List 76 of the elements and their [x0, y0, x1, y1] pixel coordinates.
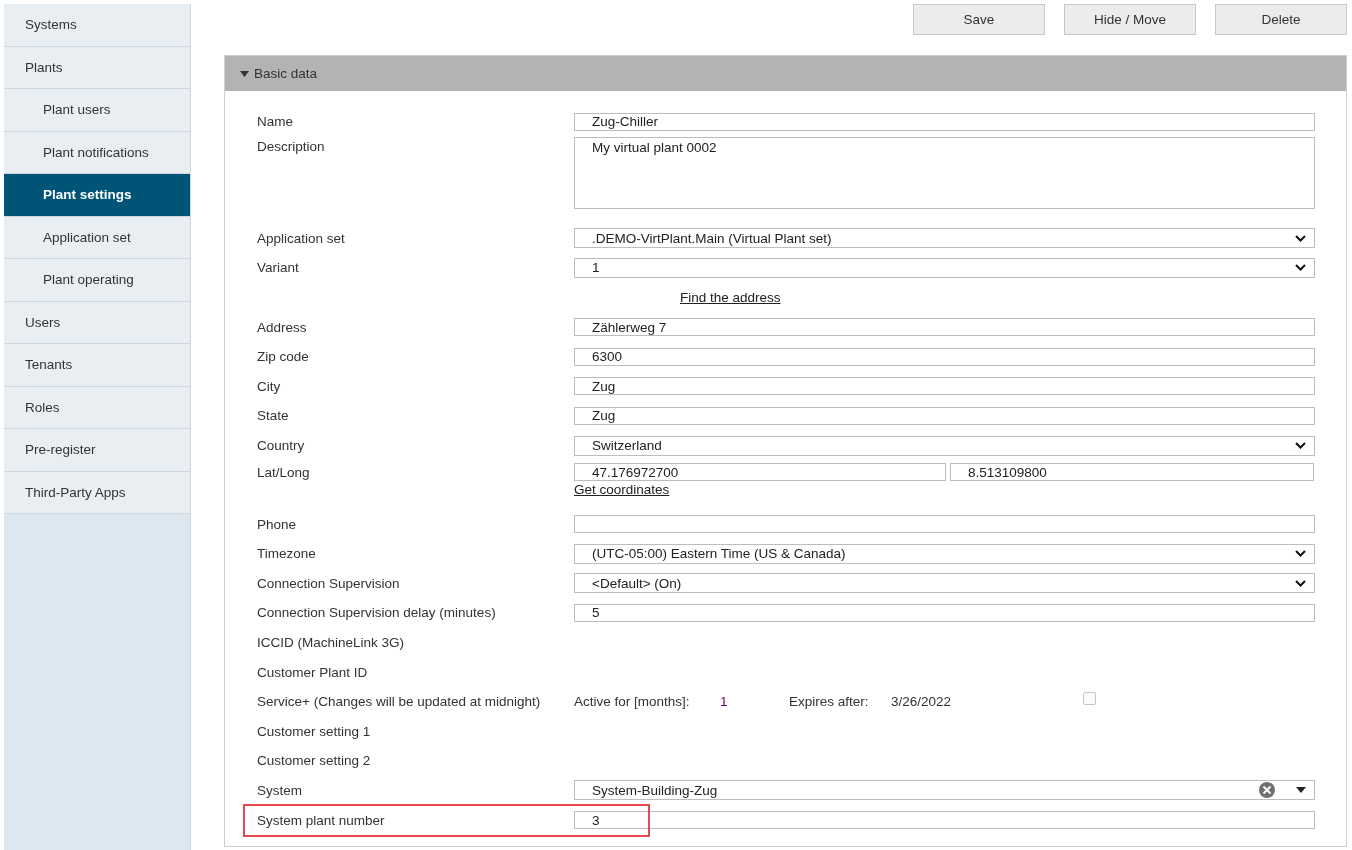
- expires-label: Expires after:: [789, 694, 870, 710]
- field-label: Customer setting 1: [257, 723, 371, 739]
- text-field[interactable]: Zug: [574, 377, 1315, 396]
- field-label: System plant number: [257, 812, 385, 828]
- field-label: System: [257, 783, 302, 798]
- sidebar-item[interactable]: Plant operating: [4, 259, 190, 302]
- dropdown[interactable]: .DEMO-VirtPlant.Main (Virtual Plant set): [574, 228, 1315, 249]
- checkbox[interactable]: [1083, 692, 1096, 706]
- sidebar-item[interactable]: Roles: [4, 386, 190, 429]
- field-label: Zip code: [257, 349, 309, 365]
- field-label: Description: [257, 138, 325, 154]
- field-label: City: [257, 378, 281, 394]
- sidebar-item[interactable]: Users: [4, 301, 190, 344]
- field-label: Connection Supervision delay (minutes): [257, 605, 496, 621]
- longitude-field[interactable]: 8.513109800: [950, 463, 1314, 482]
- dropdown[interactable]: <Default> (On): [574, 573, 1315, 594]
- field-label: Variant: [257, 260, 299, 276]
- field-label: Connection Supervision: [257, 575, 400, 591]
- find-address-link[interactable]: Find the address: [680, 290, 781, 306]
- text-field[interactable]: Zählerweg 7: [574, 318, 1315, 337]
- dropdown[interactable]: 1: [574, 258, 1315, 278]
- sidebar-item[interactable]: Systems: [4, 4, 190, 47]
- field-label: Lat/Long: [257, 465, 310, 481]
- toolbar-button[interactable]: Save: [913, 4, 1045, 35]
- dropdown[interactable]: (UTC-05:00) Eastern Time (US & Canada): [574, 543, 1315, 564]
- chevron-down-icon: [1295, 550, 1306, 558]
- sidebar-item[interactable]: Plant notifications: [4, 131, 190, 174]
- field-label: Customer Plant ID: [257, 664, 368, 680]
- field-label: Customer setting 2: [257, 753, 371, 769]
- text-field[interactable]: [574, 515, 1315, 534]
- toolbar-button[interactable]: Hide / Move: [1064, 4, 1196, 35]
- sidebar-item[interactable]: Application set: [4, 216, 190, 259]
- sidebar-item[interactable]: Tenants: [4, 344, 190, 387]
- sidebar-item[interactable]: Pre-register: [4, 429, 190, 472]
- text-field[interactable]: 3: [574, 811, 1315, 830]
- dropdown-value: .DEMO-VirtPlant.Main (Virtual Plant set): [592, 230, 832, 246]
- active-months-value: 1: [720, 694, 729, 710]
- field-label: Service+ (Changes will be updated at midnight): [257, 694, 541, 710]
- caret-icon: [240, 70, 249, 77]
- panel-header[interactable]: Basic data: [225, 56, 1346, 91]
- dropdown-value: 1: [592, 260, 600, 276]
- expires-value: 3/26/2022: [891, 694, 953, 710]
- text-field[interactable]: 5: [574, 603, 1315, 622]
- sidebar-item[interactable]: Plant users: [4, 89, 190, 132]
- caret-icon: [1296, 787, 1306, 794]
- chevron-down-icon: [1295, 234, 1306, 242]
- combo-box[interactable]: System-Building-Zug: [574, 780, 1315, 801]
- text-field[interactable]: Zug-Chiller: [574, 112, 1315, 131]
- chevron-down-icon: [1295, 579, 1306, 587]
- combo-value: System-Building-Zug: [592, 783, 718, 798]
- field-label: Application set: [257, 230, 345, 246]
- get-coordinates-link[interactable]: Get coordinates: [574, 482, 670, 498]
- text-field[interactable]: 6300: [574, 347, 1315, 366]
- field-label: Timezone: [257, 546, 316, 562]
- sidebar-item[interactable]: Plants: [4, 46, 190, 89]
- dropdown-value: (UTC-05:00) Eastern Time (US & Canada): [592, 546, 846, 562]
- sidebar-item[interactable]: Plant settings: [4, 174, 190, 217]
- latitude-field[interactable]: 47.176972700: [574, 463, 946, 482]
- field-label: Name: [257, 114, 293, 130]
- panel-title: Basic data: [254, 66, 318, 81]
- toolbar-button[interactable]: Delete: [1215, 4, 1347, 35]
- text-area[interactable]: My virtual plant 0002: [574, 136, 1315, 209]
- field-label: Address: [257, 319, 307, 335]
- chevron-down-icon: [1295, 264, 1306, 272]
- field-label: ICCID (MachineLink 3G): [257, 635, 405, 650]
- dropdown-value: <Default> (On): [592, 575, 682, 591]
- dropdown-value: Switzerland: [592, 438, 662, 454]
- text-field[interactable]: Zug: [574, 406, 1315, 425]
- field-label: State: [257, 408, 289, 424]
- active-months-label: Active for [months]:: [574, 694, 691, 710]
- clear-icon[interactable]: [1258, 781, 1276, 800]
- chevron-down-icon: [1295, 442, 1306, 450]
- sidebar-item[interactable]: Third-Party Apps: [4, 471, 190, 514]
- dropdown[interactable]: Switzerland: [574, 435, 1315, 456]
- field-label: Phone: [257, 516, 297, 532]
- field-label: Country: [257, 438, 305, 454]
